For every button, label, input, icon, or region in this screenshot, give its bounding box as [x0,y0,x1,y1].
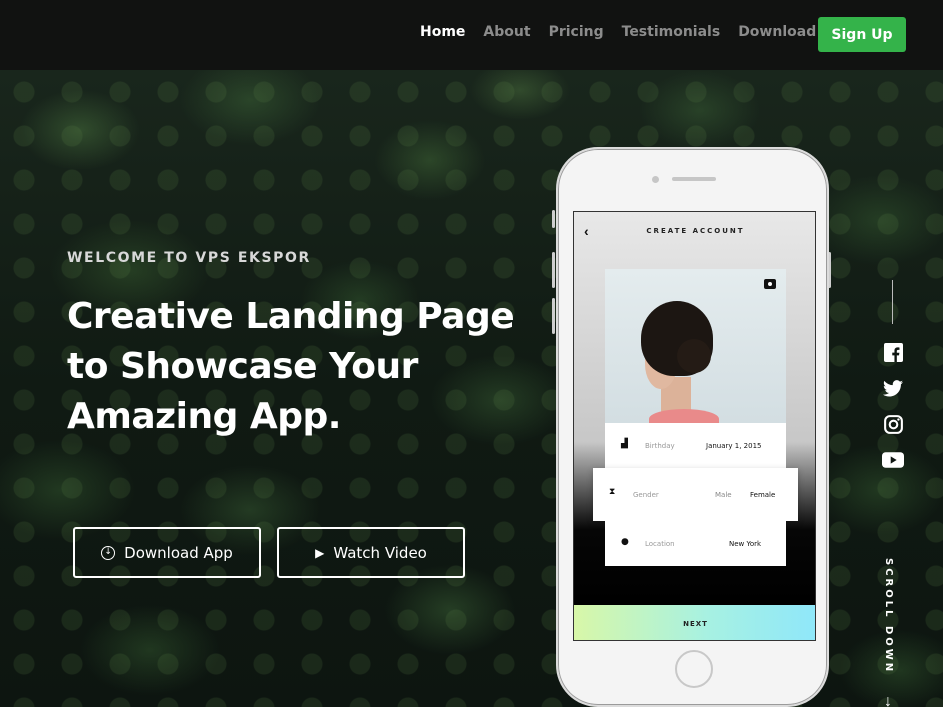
phone-home-button [675,650,713,688]
birthday-row[interactable]: ▟ Birthday January 1, 2015 [605,423,786,468]
play-icon: ▶ [315,545,325,560]
watch-video-label: Watch Video [333,543,427,562]
headline-line-1: Creative Landing Page [67,296,515,337]
youtube-icon[interactable] [882,449,904,471]
location-value: New York [729,540,762,548]
birthday-value: January 1, 2015 [706,442,762,450]
phone-mute-switch [552,210,555,228]
nav-link-testimonials[interactable]: Testimonials [622,24,721,40]
headline-line-3: Amazing App. [67,396,341,437]
twitter-icon[interactable] [882,377,904,399]
nav-link-pricing[interactable]: Pricing [549,24,604,40]
cake-icon: ▟ [621,439,628,449]
nav-link-about[interactable]: About [483,24,530,40]
phone-volume-down [552,298,555,334]
gender-row[interactable]: ⧗ Gender Male Female [593,468,798,521]
phone-speaker [672,177,716,181]
sign-up-button[interactable]: Sign Up [818,17,906,52]
instagram-icon[interactable] [882,413,904,435]
phone-screen: ‹ CREATE ACCOUNT ▟ Birthday January 1, 2… [573,211,816,641]
download-app-button[interactable]: ↓ Download App [73,527,261,578]
location-label: Location [645,540,675,548]
phone-mockup: ‹ CREATE ACCOUNT ▟ Birthday January 1, 2… [556,147,829,707]
gender-label: Gender [633,491,659,499]
nav-link-home[interactable]: Home [420,24,465,40]
welcome-eyebrow: WELCOME TO VPS EKSPOR [67,250,311,266]
photo-hair-bun [677,339,711,373]
profile-photo [605,269,786,423]
location-pin-icon: ● [621,537,629,547]
birthday-label: Birthday [645,442,675,450]
hero-section: WELCOME TO VPS EKSPOR Creative Landing P… [0,70,943,707]
watch-video-button[interactable]: ▶ Watch Video [277,527,465,578]
facebook-icon[interactable] [882,341,904,363]
phone-camera [652,176,659,183]
camera-icon[interactable] [764,279,776,289]
download-app-label: Download App [124,543,233,562]
gender-icon: ⧗ [609,487,616,497]
hero-headline: Creative Landing Page to Showcase Your A… [67,292,537,442]
gender-option-male[interactable]: Male [715,491,732,499]
nav-link-download[interactable]: Download [738,24,816,40]
scroll-down-label[interactable]: SCROLL DOWN [883,558,894,674]
arrow-down-icon[interactable]: ↓ [884,693,892,707]
phone-volume-up [552,252,555,288]
photo-shoulder [649,409,719,423]
next-button[interactable]: NEXT [574,605,815,640]
nav-links: Home About Pricing Testimonials Download [420,24,834,40]
location-row[interactable]: ● Location New York [605,521,786,566]
headline-line-2: to Showcase Your [67,346,418,387]
gender-option-female[interactable]: Female [750,491,775,499]
top-navbar: Home About Pricing Testimonials Download… [0,0,943,70]
download-icon: ↓ [101,545,116,560]
social-divider [892,280,893,324]
create-account-title: CREATE ACCOUNT [646,227,745,235]
